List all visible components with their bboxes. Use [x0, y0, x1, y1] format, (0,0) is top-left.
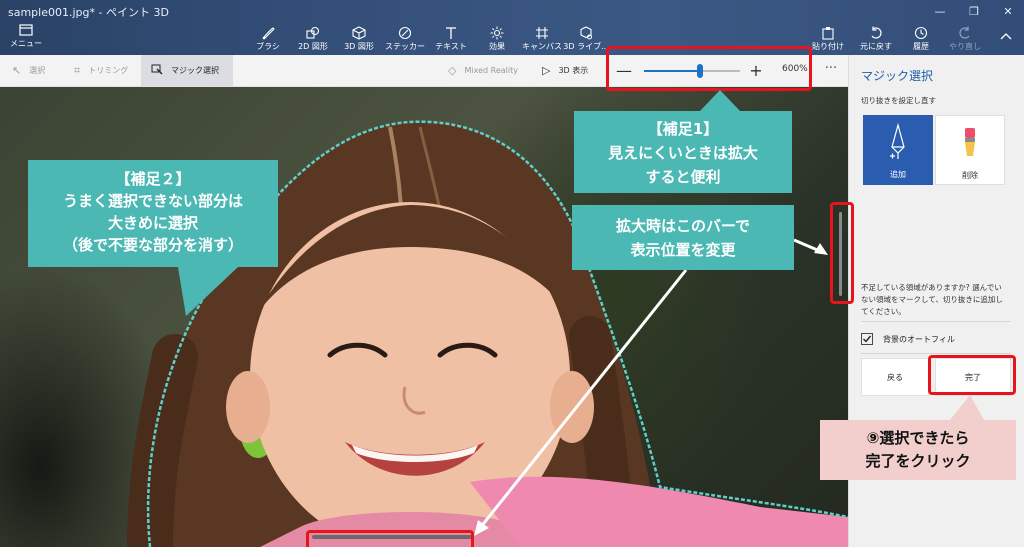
hamburger-menu-icon — [8, 24, 44, 39]
divider — [861, 353, 1011, 354]
shapes-2d-icon — [288, 26, 338, 41]
menu-label: メニュー — [10, 39, 42, 48]
action-history-label: 履歴 — [913, 42, 929, 51]
effects-icon — [472, 26, 522, 41]
maximize-button[interactable]: ❐ — [960, 2, 988, 22]
tool-text-label: テキスト — [435, 42, 467, 51]
add-button[interactable]: 追加 — [863, 115, 933, 185]
collapse-ribbon-chevron-up-icon[interactable] — [996, 30, 1016, 50]
more-options-button[interactable]: ··· — [822, 61, 840, 81]
mixed-reality-label: Mixed Reality — [464, 66, 518, 75]
canvas-icon — [517, 26, 567, 41]
note-scrollbar-callout: 拡大時はこのバーで 表示位置を変更 — [572, 205, 794, 270]
view-3d-button[interactable]: ▷ 3D 表示 — [542, 55, 588, 86]
pen-add-icon — [863, 122, 933, 161]
crop-icon: ⌗ — [74, 63, 81, 77]
action-undo-label: 元に戻す — [860, 42, 892, 51]
tool-shapes-2d[interactable]: 2D 図形 — [288, 26, 338, 52]
cursor-icon: ↖ — [12, 64, 22, 77]
trim-tool[interactable]: ⌗ トリミング — [74, 55, 128, 86]
done-highlight-box — [928, 355, 1016, 395]
note-zoom-callout: 【補足1】 見えにくいときは拡大 すると便利 — [574, 111, 792, 193]
magic-select-icon — [151, 64, 163, 78]
note-done-callout: ⑨選択できたら 完了をクリック — [820, 420, 1016, 480]
tool-library-3d-label: 3D ライブ... — [563, 42, 609, 51]
mixed-reality-icon: ◇ — [448, 64, 457, 77]
eraser-icon — [936, 124, 1004, 162]
note4-line2: 完了をクリック — [865, 452, 971, 470]
tool-shapes-3d-label: 3D 図形 — [344, 42, 374, 51]
mixed-reality-button[interactable]: ◇ Mixed Reality — [448, 55, 518, 86]
note2-line1: 【補足２】 — [115, 170, 191, 188]
history-icon — [896, 26, 946, 41]
action-redo[interactable]: やり直し — [940, 26, 990, 52]
tool-shapes-2d-label: 2D 図形 — [298, 42, 328, 51]
action-redo-label: やり直し — [949, 42, 981, 51]
magic-select-tool[interactable]: マジック選択 — [141, 55, 233, 86]
window-title: sample001.jpg* - ペイント 3D — [8, 6, 169, 19]
add-label: 追加 — [890, 170, 906, 179]
note-selection-callout: 【補足２】 うまく選択できない部分は 大きめに選択 （後で不要な部分を消す） — [28, 160, 278, 267]
note4-line1: ⑨選択できたら — [866, 429, 970, 447]
panel-help-text: 不足している領域がありますか? 選んでいない領域をマークして、切り抜きに追加して… — [861, 283, 1003, 316]
tool-library-3d[interactable]: 3D ライブ... — [561, 26, 611, 52]
note1-line1: 【補足1】 — [647, 120, 719, 138]
trim-tool-label: トリミング — [88, 66, 129, 75]
tool-sticker-label: ステッカー — [385, 42, 425, 51]
sticker-icon — [380, 26, 430, 41]
note1-line3: すると便利 — [645, 168, 721, 186]
tool-brush[interactable]: ブラシ — [243, 26, 293, 52]
back-button[interactable]: 戻る — [861, 358, 929, 396]
magic-select-label: マジック選択 — [171, 66, 219, 75]
note2-line3: 大きめに選択 — [107, 214, 198, 232]
tool-effects[interactable]: 効果 — [472, 26, 522, 52]
tool-canvas-label: キャンバス — [522, 42, 562, 51]
autofill-checkbox[interactable] — [861, 333, 873, 345]
select-tool[interactable]: ↖ 選択 — [12, 55, 45, 86]
note2-line4: （後で不要な部分を消す） — [62, 236, 243, 254]
tool-canvas[interactable]: キャンバス — [517, 26, 567, 52]
select-tool-label: 選択 — [29, 66, 46, 75]
close-button[interactable]: ✕ — [994, 2, 1022, 22]
ribbon-bar: sample001.jpg* - ペイント 3D メニュー — ❐ ✕ ブラシ … — [0, 0, 1024, 55]
tool-shapes-3d[interactable]: 3D 図形 — [334, 26, 384, 52]
library-3d-icon — [561, 26, 611, 41]
redo-icon — [940, 26, 990, 41]
autofill-checkbox-row[interactable]: 背景のオートフィル — [861, 332, 955, 346]
menu-button[interactable]: メニュー — [8, 24, 44, 52]
view-3d-label: 3D 表示 — [558, 66, 589, 75]
text-icon — [426, 26, 476, 41]
bottom-margin — [0, 547, 1024, 557]
zoom-highlight-box — [606, 46, 812, 91]
divider — [861, 321, 1011, 322]
view-3d-icon: ▷ — [542, 64, 551, 77]
remove-button[interactable]: 削除 — [935, 115, 1005, 185]
note2-line2: うまく選択できない部分は — [62, 192, 243, 210]
paste-icon — [803, 26, 853, 41]
panel-title: マジック選択 — [861, 69, 934, 83]
brush-icon — [243, 26, 293, 41]
tool-brush-label: ブラシ — [256, 42, 280, 51]
cube-icon — [334, 26, 384, 41]
note3-line2: 表示位置を変更 — [630, 241, 736, 259]
reset-cutout-link[interactable]: 切り抜きを設定し直す — [861, 95, 936, 106]
tool-sticker[interactable]: ステッカー — [380, 26, 430, 52]
vscroll-highlight-box — [830, 202, 854, 304]
note1-line2: 見えにくいときは拡大 — [608, 144, 758, 162]
action-history[interactable]: 履歴 — [896, 26, 946, 52]
remove-label: 削除 — [962, 171, 978, 180]
tool-effects-label: 効果 — [489, 42, 505, 51]
autofill-label: 背景のオートフィル — [883, 334, 955, 344]
tool-text[interactable]: テキスト — [426, 26, 476, 52]
action-undo[interactable]: 元に戻す — [851, 26, 901, 52]
minimize-button[interactable]: — — [926, 2, 954, 22]
note3-line1: 拡大時はこのバーで — [615, 217, 751, 235]
undo-icon — [851, 26, 901, 41]
